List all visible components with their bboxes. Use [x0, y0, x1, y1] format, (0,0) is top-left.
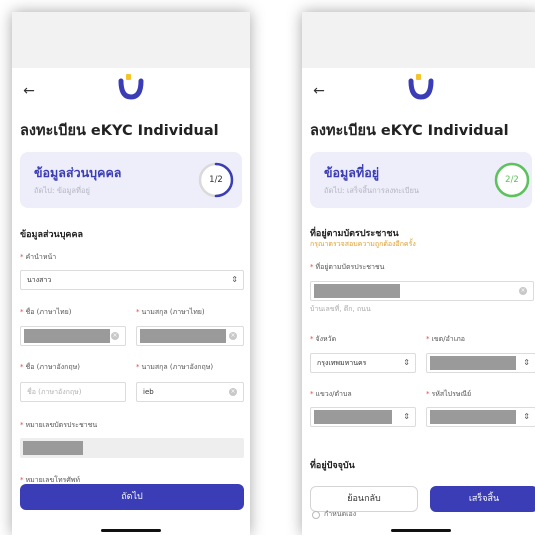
step-progress-text: 2/2	[505, 175, 519, 185]
redacted-value	[314, 284, 400, 298]
step-title: ข้อมูลส่วนบุคคล	[34, 165, 122, 180]
last-name-en-input[interactable]: ieb ×	[136, 382, 244, 402]
first-name-en-placeholder: ชื่อ (ภาษาอังกฤษ)	[27, 388, 82, 396]
radio-circle-icon[interactable]	[312, 511, 320, 519]
chevron-updown-icon: ⇕	[403, 358, 410, 367]
step-next-text: ถัดไป: เสร็จสิ้นการลงทะเบียน	[324, 186, 419, 195]
last-name-en-value: ieb	[143, 388, 154, 396]
province-label: * จังหวัด	[310, 335, 337, 343]
first-name-th-label: * ชื่อ (ภาษาไทย)	[20, 308, 72, 316]
chevron-updown-icon: ⇕	[231, 275, 238, 284]
id-card-input	[20, 438, 244, 458]
step-card: ข้อมูลส่วนบุคคล ถัดไป: ข้อมูลที่อยู่ 1/2	[20, 152, 242, 208]
app-header: ←	[12, 68, 250, 118]
prefix-select[interactable]: นางสาว ⇕	[20, 270, 244, 290]
province-select[interactable]: กรุงเทพมหานคร ⇕	[310, 353, 416, 373]
first-name-en-input[interactable]: ชื่อ (ภาษาอังกฤษ)	[20, 382, 126, 402]
screen-address-info: ← ลงทะเบียน eKYC Individual ข้อมูลที่อยู…	[302, 12, 535, 535]
chevron-updown-icon: ⇕	[523, 358, 530, 367]
arrow-left-icon[interactable]: ←	[20, 82, 38, 100]
first-name-en-label: * ชื่อ (ภาษาอังกฤษ)	[20, 363, 80, 371]
subdistrict-label: * แขวง/ตำบล	[310, 390, 352, 398]
chevron-updown-icon: ⇕	[403, 412, 410, 421]
home-indicator	[101, 529, 161, 532]
prefix-value: นางสาว	[27, 276, 52, 284]
clear-circle-icon[interactable]: ×	[229, 332, 237, 340]
address-label: * ที่อยู่ตามบัตรประชาชน	[310, 263, 385, 271]
step-card: ข้อมูลที่อยู่ ถัดไป: เสร็จสิ้นการลงทะเบี…	[310, 152, 532, 208]
district-label: * เขต/อำเภอ	[426, 335, 465, 343]
clear-circle-icon[interactable]: ×	[519, 287, 527, 295]
clear-circle-icon[interactable]: ×	[229, 388, 237, 396]
postcode-select[interactable]: ⇕	[426, 407, 535, 427]
redacted-value	[24, 329, 110, 343]
next-button[interactable]: ถัดไป	[20, 484, 244, 510]
clear-circle-icon[interactable]: ×	[111, 332, 119, 340]
custom-option-label: กำหนดเอง	[324, 510, 357, 518]
district-select[interactable]: ⇕	[426, 353, 535, 373]
step-title: ข้อมูลที่อยู่	[324, 165, 380, 180]
section-title: ที่อยู่ตามบัตรประชาชน	[310, 229, 399, 239]
redacted-value	[23, 441, 83, 455]
id-card-label: * หมายเลขบัตรประชาชน	[20, 421, 98, 429]
arrow-left-icon[interactable]: ←	[310, 82, 328, 100]
app-header: ←	[302, 68, 535, 118]
brand-logo	[118, 74, 144, 100]
address-input[interactable]: ×	[310, 281, 534, 301]
section-hint: กรุณาตรวจสอบความถูกต้องอีกครั้ง	[310, 240, 416, 248]
last-name-en-label: * นามสกุล (ภาษาอังกฤษ)	[136, 363, 214, 371]
chevron-updown-icon: ⇕	[523, 412, 530, 421]
province-value: กรุงเทพมหานคร	[317, 359, 367, 367]
page-title: ลงทะเบียน eKYC Individual	[310, 123, 509, 139]
home-indicator	[391, 529, 451, 532]
status-bar	[12, 12, 250, 68]
page-title: ลงทะเบียน eKYC Individual	[20, 123, 219, 139]
last-name-th-input[interactable]: ×	[136, 326, 244, 346]
current-address-title: ที่อยู่ปัจจุบัน	[310, 461, 355, 471]
finish-button[interactable]: เสร็จสิ้น	[430, 486, 535, 512]
redacted-value	[140, 329, 226, 343]
step-progress-text: 1/2	[209, 175, 223, 185]
status-bar	[302, 12, 535, 68]
subdistrict-select[interactable]: ⇕	[310, 407, 416, 427]
last-name-th-label: * นามสกุล (ภาษาไทย)	[136, 308, 205, 316]
postcode-label: * รหัสไปรษณีย์	[426, 390, 472, 398]
section-title: ข้อมูลส่วนบุคคล	[20, 230, 83, 240]
address-helper: บ้านเลขที่, ตึก, ถนน	[310, 305, 371, 313]
redacted-value	[430, 356, 516, 370]
first-name-th-input[interactable]: ×	[20, 326, 126, 346]
brand-logo	[408, 74, 434, 100]
screen-personal-info: ← ลงทะเบียน eKYC Individual ข้อมูลส่วนบุ…	[12, 12, 250, 535]
prefix-label: * คำนำหน้า	[20, 253, 57, 261]
step-next-text: ถัดไป: ข้อมูลที่อยู่	[34, 186, 90, 195]
redacted-value	[430, 410, 516, 424]
redacted-value	[314, 410, 392, 424]
